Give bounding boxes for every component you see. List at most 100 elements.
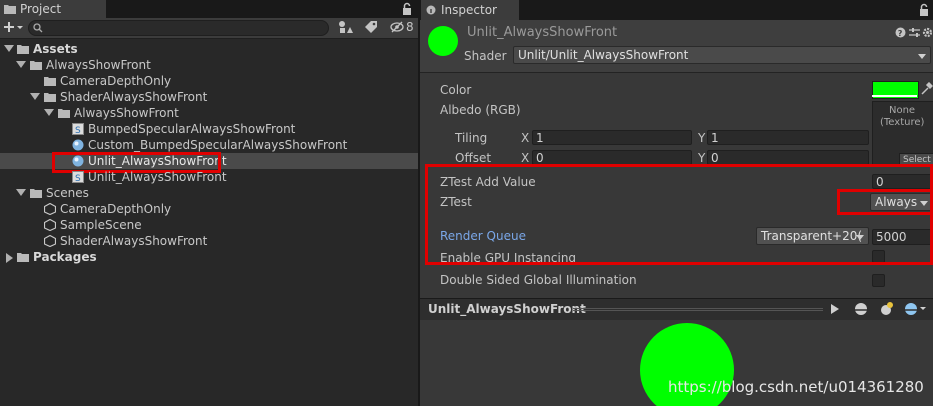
preset-sliders-icon[interactable] xyxy=(909,27,920,38)
tree-item-label: AlwaysShowFront xyxy=(74,106,179,120)
folder-icon xyxy=(30,61,42,70)
tiling-x-value: 1 xyxy=(536,131,544,145)
tree-item-unlit-shader[interactable]: S Unlit_AlwaysShowFront xyxy=(0,169,418,185)
hidden-count: 8 xyxy=(406,20,414,34)
preview-toolbar: Unlit_AlwaysShowFront xyxy=(420,298,933,321)
tree-item-bumpedspecular-shader[interactable]: S BumpedSpecularAlwaysShowFront xyxy=(0,121,418,137)
tree-item-label: Scenes xyxy=(46,186,89,200)
tree-item-shaderalwaysshowfront-folder[interactable]: ShaderAlwaysShowFront xyxy=(0,89,418,105)
expand-arrow-icon[interactable] xyxy=(4,45,14,52)
folder-icon xyxy=(58,109,70,118)
tree-item-alwaysshowfront-subfolder[interactable]: AlwaysShowFront xyxy=(0,105,418,121)
offset-y-label: Y xyxy=(698,151,706,165)
tree-item-label: ShaderAlwaysShowFront xyxy=(60,90,208,104)
offset-y-field[interactable]: 0 xyxy=(707,150,869,165)
svg-text:S: S xyxy=(75,174,81,183)
preview-background-icon[interactable] xyxy=(904,302,926,316)
unity-scene-icon xyxy=(44,203,56,215)
folder-icon xyxy=(17,253,29,262)
filter-by-type-icon[interactable] xyxy=(338,20,354,34)
tiling-x-field[interactable]: 1 xyxy=(532,130,692,145)
texture-none-text: None xyxy=(889,105,916,116)
color-label: Color xyxy=(440,83,472,97)
tree-item-scene-samplescene[interactable]: SampleScene xyxy=(0,217,418,233)
project-tabbar: Project xyxy=(0,0,418,18)
tree-item-label: AlwaysShowFront xyxy=(46,58,151,72)
preview-drag-handle[interactable] xyxy=(573,308,823,309)
tree-item-label: Custom_BumpedSpecularAlwaysShowFront xyxy=(88,138,348,152)
tree-item-scene-cameradepthonly[interactable]: CameraDepthOnly xyxy=(0,201,418,217)
create-button[interactable] xyxy=(4,19,24,35)
tiling-y-field[interactable]: 1 xyxy=(707,130,869,145)
expand-arrow-icon[interactable] xyxy=(16,189,26,196)
albedo-label: Albedo (RGB) xyxy=(440,103,521,117)
plus-icon xyxy=(4,22,23,32)
tree-item-cameradepthonly-folder[interactable]: CameraDepthOnly xyxy=(0,73,418,89)
preview-title: Unlit_AlwaysShowFront xyxy=(428,302,586,316)
double-sided-gi-label: Double Sided Global Illumination xyxy=(440,273,637,287)
tree-item-label: BumpedSpecularAlwaysShowFront xyxy=(88,122,296,136)
preview-lighting-icon[interactable] xyxy=(878,301,894,317)
search-icon xyxy=(33,23,43,33)
tiling-y-value: 1 xyxy=(711,131,719,145)
tab-project[interactable]: Project xyxy=(0,0,106,18)
texture-slot[interactable]: None (Texture) Select xyxy=(872,101,933,167)
texture-type-text: (Texture) xyxy=(880,117,925,128)
lock-icon[interactable] xyxy=(919,3,929,16)
offset-y-value: 0 xyxy=(711,151,719,165)
shader-file-icon: S xyxy=(72,171,84,183)
tree-item-label: CameraDepthOnly xyxy=(60,202,172,216)
tree-item-scene-shaderalwaysshowfront[interactable]: ShaderAlwaysShowFront xyxy=(0,233,418,249)
shader-file-icon: S xyxy=(72,123,84,135)
material-preview-thumbnail xyxy=(428,26,458,56)
filter-by-label-icon[interactable] xyxy=(364,20,378,34)
preview-drag-handle-line xyxy=(573,310,823,311)
lock-icon[interactable] xyxy=(402,2,412,15)
expand-arrow-icon[interactable] xyxy=(44,109,54,116)
tree-item-scenes[interactable]: Scenes xyxy=(0,185,418,201)
project-panel: Project 8 Assets AlwaysShowFront CameraD… xyxy=(0,0,418,406)
expand-arrow-icon[interactable] xyxy=(16,61,26,68)
folder-icon xyxy=(44,93,56,102)
offset-label: Offset xyxy=(455,151,492,165)
tiling-y-label: Y xyxy=(698,131,706,145)
tiling-x-label: X xyxy=(521,131,530,145)
tree-item-packages[interactable]: Packages xyxy=(0,249,418,265)
folder-icon xyxy=(30,189,42,198)
double-sided-gi-checkbox[interactable] xyxy=(872,274,885,287)
project-toolbar: 8 xyxy=(0,18,418,39)
tree-item-label: Assets xyxy=(33,42,78,56)
folder-icon xyxy=(44,77,56,86)
offset-x-label: X xyxy=(521,151,530,165)
tree-item-label: Unlit_AlwaysShowFront xyxy=(88,170,227,184)
offset-x-field[interactable]: 0 xyxy=(532,150,692,165)
hidden-eye-icon[interactable] xyxy=(390,21,404,33)
inspector-tabbar: Inspector xyxy=(420,0,933,20)
eyedropper-icon[interactable] xyxy=(920,82,933,96)
tree-item-custom-bumpedspecular-material[interactable]: Custom_BumpedSpecularAlwaysShowFront xyxy=(0,137,418,153)
tree-item-alwaysshowfront[interactable]: AlwaysShowFront xyxy=(0,57,418,73)
tree-item-assets[interactable]: Assets xyxy=(0,41,418,57)
tree-item-label: Packages xyxy=(33,250,97,264)
tab-project-label: Project xyxy=(20,2,62,16)
shader-label: Shader xyxy=(464,49,507,63)
chevron-down-icon xyxy=(918,54,926,59)
tree-item-label: ShaderAlwaysShowFront xyxy=(60,234,208,248)
preview-area[interactable]: https://blog.csdn.net/u014361280 xyxy=(420,320,933,406)
gear-icon[interactable] xyxy=(922,27,933,38)
inspector-panel: Inspector Unlit_AlwaysShowFront Shader U… xyxy=(420,0,933,406)
offset-x-value: 0 xyxy=(536,151,544,165)
tab-inspector[interactable]: Inspector xyxy=(421,0,519,20)
tree-item-label: SampleScene xyxy=(60,218,142,232)
watermark-text: https://blog.csdn.net/u014361280 xyxy=(668,378,924,396)
tree-item-label: CameraDepthOnly xyxy=(60,74,172,88)
search-input[interactable] xyxy=(28,20,329,36)
tab-inspector-label: Inspector xyxy=(441,3,497,17)
preview-sphere-icon[interactable] xyxy=(854,302,868,316)
shader-dropdown[interactable]: Unlit/Unlit_AlwaysShowFront xyxy=(513,46,931,64)
help-icon[interactable]: ? xyxy=(895,27,906,38)
play-icon[interactable] xyxy=(830,303,840,315)
unity-scene-icon xyxy=(44,219,56,231)
collapse-arrow-icon[interactable] xyxy=(6,253,13,263)
expand-arrow-icon[interactable] xyxy=(30,93,40,100)
